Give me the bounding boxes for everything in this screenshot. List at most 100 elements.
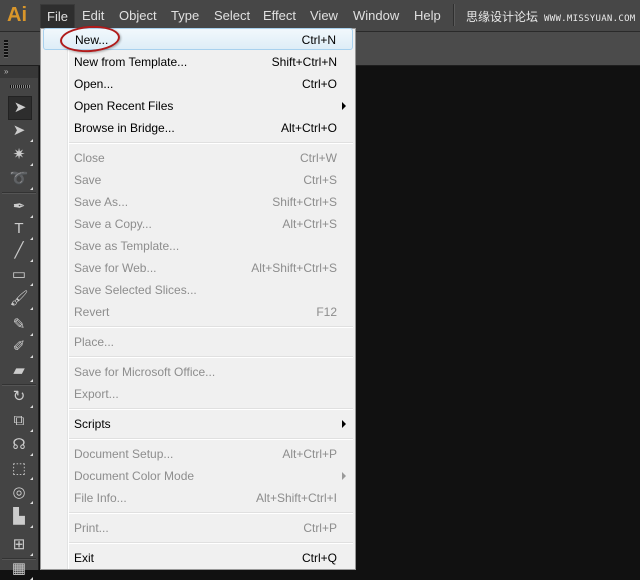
direct-selection-icon: ➤: [12, 122, 26, 139]
flyout-indicator-icon: [30, 139, 33, 142]
eraser-tool[interactable]: ▰: [8, 360, 33, 382]
control-bar-grip[interactable]: [4, 40, 8, 58]
panel-grip[interactable]: [10, 85, 30, 88]
flyout-indicator-icon: [30, 259, 33, 262]
menu-item-shortcut: Shift+Ctrl+N: [271, 55, 337, 69]
menu-item-label: Close: [74, 151, 105, 165]
menu-item-label: Save As...: [74, 195, 129, 209]
menu-item-exit[interactable]: Exit Ctrl+Q: [41, 547, 355, 569]
toolbar-separator: [2, 384, 36, 386]
flyout-indicator-icon: [30, 237, 33, 240]
menu-item-save: Save Ctrl+S: [41, 169, 355, 191]
pen-icon: ✒: [12, 198, 26, 215]
menu-effect[interactable]: Effect: [263, 8, 296, 26]
watermark: 思缘设计论坛 WWW.MISSYUAN.COM: [466, 8, 636, 25]
eraser-icon: ▰: [13, 362, 25, 379]
toolbar-separator: [2, 192, 36, 194]
double-chevron-icon: »: [4, 67, 9, 76]
menu-item-shortcut: Shift+Ctrl+S: [272, 195, 337, 209]
type-tool[interactable]: T: [8, 218, 33, 240]
submenu-arrow-icon: [342, 420, 346, 428]
menu-item-file-info: File Info... Alt+Shift+Ctrl+I: [41, 487, 355, 509]
toolbar-separator: [2, 558, 36, 560]
flyout-indicator-icon: [30, 333, 33, 336]
flyout-indicator-icon: [30, 405, 33, 408]
menu-item-document-color-mode: Document Color Mode: [41, 465, 355, 487]
menu-item-label: New from Template...: [74, 55, 188, 69]
menu-item-shortcut: Ctrl+O: [301, 77, 337, 91]
pen-tool[interactable]: ✒: [8, 196, 33, 218]
menu-item-label: Save a Copy...: [74, 217, 152, 231]
menu-window[interactable]: Window: [353, 8, 399, 26]
submenu-arrow-icon: [342, 102, 346, 110]
menu-item-label: Print...: [74, 521, 109, 535]
rectangle-tool[interactable]: ▭: [8, 264, 33, 286]
menu-type[interactable]: Type: [171, 8, 199, 26]
flyout-indicator-icon: [30, 429, 33, 432]
paintbrush-tool[interactable]: 🖌: [8, 288, 33, 310]
flyout-indicator-icon: [30, 379, 33, 382]
gradient-tool[interactable]: ▦: [8, 558, 33, 580]
menu-item-print: Print... Ctrl+P: [41, 517, 355, 539]
menu-item-export: Export...: [41, 383, 355, 405]
menu-item-shortcut: Ctrl+N: [301, 33, 336, 47]
flyout-indicator-icon: [30, 453, 33, 456]
rotate-icon: ↻: [12, 388, 26, 405]
flyout-indicator-icon: [30, 477, 33, 480]
menu-help[interactable]: Help: [414, 8, 441, 26]
menubar-divider: [453, 4, 455, 26]
direct-selection-tool[interactable]: ➤: [8, 120, 33, 142]
flyout-indicator-icon: [30, 355, 33, 358]
flyout-indicator-icon: [30, 187, 33, 190]
warp-icon: ☊: [12, 436, 26, 453]
collapse-panel-button[interactable]: »: [0, 66, 38, 78]
lasso-tool[interactable]: ➰: [8, 168, 33, 190]
pencil-tool[interactable]: ✎: [8, 314, 33, 336]
flyout-indicator-icon: [30, 215, 33, 218]
scale-tool[interactable]: ⧉: [8, 410, 33, 432]
menu-item-open[interactable]: Open... Ctrl+O: [41, 73, 355, 95]
menu-item-label: File Info...: [74, 491, 127, 505]
menu-item-open-recent-files[interactable]: Open Recent Files: [41, 95, 355, 117]
menu-item-browse-in-bridge[interactable]: Browse in Bridge... Alt+Ctrl+O: [41, 117, 355, 139]
scale-icon: ⧉: [13, 412, 25, 429]
menu-view[interactable]: View: [310, 8, 338, 26]
menu-item-shortcut: Ctrl+P: [303, 521, 337, 535]
warp-tool[interactable]: ☊: [8, 434, 33, 456]
menu-item-shortcut: Alt+Shift+Ctrl+S: [251, 261, 337, 275]
menu-separator: [69, 356, 353, 358]
menu-item-label: Save Selected Slices...: [74, 283, 197, 297]
menu-item-document-setup: Document Setup... Alt+Ctrl+P: [41, 443, 355, 465]
selection-tool[interactable]: ➤: [8, 96, 32, 120]
flyout-indicator-icon: [30, 525, 33, 528]
menu-item-label: Scripts: [74, 417, 111, 431]
menu-item-save-as-template: Save as Template...: [41, 235, 355, 257]
menu-item-label: Exit: [74, 551, 95, 565]
menu-item-label: Export...: [74, 387, 119, 401]
flyout-indicator-icon: [30, 307, 33, 310]
mesh-tool[interactable]: ⊞: [8, 534, 33, 556]
shape-builder-tool[interactable]: ◎: [8, 482, 33, 504]
menu-item-save-for-microsoft-office: Save for Microsoft Office...: [41, 361, 355, 383]
rotate-tool[interactable]: ↻: [8, 386, 33, 408]
menu-item-scripts[interactable]: Scripts: [41, 413, 355, 435]
menu-item-new-from-template[interactable]: New from Template... Shift+Ctrl+N: [41, 51, 355, 73]
free-transform-tool[interactable]: ⬚: [8, 458, 33, 480]
menu-edit[interactable]: Edit: [82, 8, 104, 26]
menu-item-shortcut: Ctrl+W: [300, 151, 337, 165]
menu-item-label: Save as Template...: [74, 239, 180, 253]
menu-select[interactable]: Select: [214, 8, 250, 26]
menu-file[interactable]: File: [40, 4, 75, 29]
line-segment-tool[interactable]: ╱: [8, 240, 33, 262]
blob-brush-tool[interactable]: ✐: [8, 336, 33, 358]
magic-wand-tool[interactable]: ✷: [8, 144, 33, 166]
selection-icon: ➤: [13, 99, 27, 116]
menu-item-close: Close Ctrl+W: [41, 147, 355, 169]
graph-tool[interactable]: ▙: [8, 506, 33, 528]
menu-item-shortcut: F12: [316, 305, 337, 319]
magic-wand-icon: ✷: [12, 146, 26, 163]
menu-item-label: Document Setup...: [74, 447, 174, 461]
menu-object[interactable]: Object: [119, 8, 157, 26]
menu-item-save-as: Save As... Shift+Ctrl+S: [41, 191, 355, 213]
blob-brush-icon: ✐: [12, 338, 26, 355]
